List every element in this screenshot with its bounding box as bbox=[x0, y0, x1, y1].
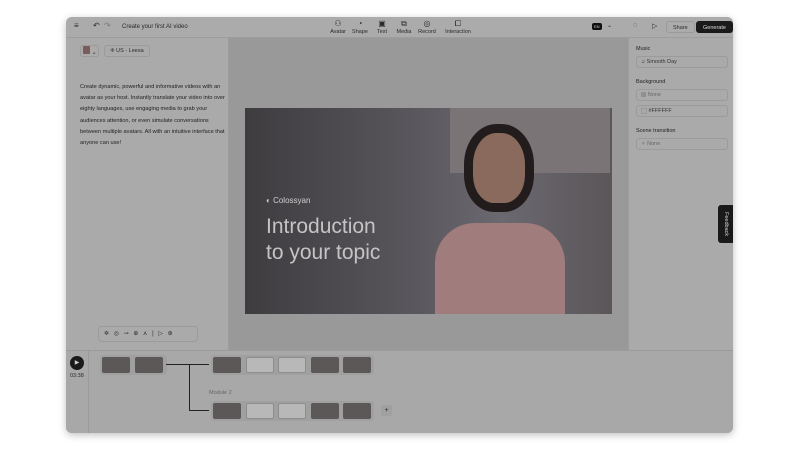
redo-icon[interactable]: ↷ bbox=[104, 21, 111, 30]
canvas-area: ◐ Colossyan Introductionto your topic bbox=[229, 38, 628, 350]
gesture-icon[interactable]: ⊸ bbox=[124, 331, 129, 337]
scene-thumbnail[interactable] bbox=[246, 357, 274, 373]
record-icon: ◎ bbox=[415, 19, 439, 29]
pause-icon[interactable]: ◎ bbox=[114, 331, 119, 337]
background-select[interactable]: ▨ None bbox=[636, 89, 728, 101]
duration: 03:38 bbox=[70, 373, 84, 379]
scene-thumbnail[interactable] bbox=[278, 357, 306, 373]
tool-interaction[interactable]: ⧠Interaction bbox=[443, 19, 473, 35]
tool-record[interactable]: ◎Record bbox=[415, 19, 439, 35]
timeline: ▶ 03:38 Module 2 + bbox=[66, 350, 733, 433]
tool-text[interactable]: ▣Text bbox=[370, 19, 394, 35]
scene-thumbnail[interactable] bbox=[343, 357, 371, 373]
menu-icon[interactable]: ≡ bbox=[74, 21, 79, 30]
background-label: Background bbox=[636, 79, 665, 85]
music-select[interactable]: ♫ Smooth Day bbox=[636, 56, 728, 68]
avatar-presenter bbox=[435, 133, 565, 314]
properties-panel: Music ♫ Smooth Day Background ▨ None #FF… bbox=[628, 38, 733, 350]
scene-thumbnail[interactable] bbox=[102, 357, 130, 373]
comment-icon[interactable]: ◌ bbox=[633, 22, 637, 29]
shape-icon: ◔ bbox=[348, 19, 372, 29]
translate-icon[interactable]: ⋏ bbox=[143, 331, 147, 337]
color-swatch bbox=[641, 108, 647, 114]
chevron-down-icon[interactable]: ⌄ bbox=[607, 22, 612, 29]
background-color-field[interactable]: #FFFFFF bbox=[636, 105, 728, 117]
music-label: Music bbox=[636, 46, 650, 52]
video-title[interactable]: Introductionto your topic bbox=[266, 214, 380, 266]
play-icon[interactable]: ▷ bbox=[158, 331, 163, 337]
feedback-tab[interactable]: Feedback bbox=[718, 205, 733, 243]
tool-media[interactable]: ⧉Media bbox=[392, 19, 416, 35]
media-icon: ⧉ bbox=[392, 19, 416, 29]
tool-shape[interactable]: ◔Shape bbox=[348, 19, 372, 35]
scene-thumbnail[interactable] bbox=[213, 403, 241, 419]
brand-logo: ◐ Colossyan bbox=[266, 196, 310, 205]
language-select[interactable]: EN bbox=[592, 23, 602, 30]
scene-thumbnail[interactable] bbox=[135, 357, 163, 373]
image-icon: ▨ bbox=[641, 92, 648, 98]
scene-thumbnail[interactable] bbox=[278, 403, 306, 419]
scene-thumbnail[interactable] bbox=[311, 357, 339, 373]
script-text[interactable]: Create dynamic, powerful and informative… bbox=[80, 82, 225, 149]
scene-thumbnail[interactable] bbox=[311, 403, 339, 419]
script-toolbar: ✲ ◎ ⊸ ⊕ ⋏ | ▷ ⊛ bbox=[98, 326, 198, 342]
avatar-select[interactable]: ⌄ bbox=[80, 45, 99, 57]
play-button[interactable]: ▶ bbox=[70, 356, 84, 370]
avatar bbox=[83, 46, 90, 54]
top-bar: ≡ ↶ ↷ Create your first AI video ⚇Avatar… bbox=[66, 17, 733, 38]
scene-thumbnail[interactable] bbox=[343, 403, 371, 419]
video-frame[interactable]: ◐ Colossyan Introductionto your topic bbox=[245, 108, 612, 314]
generate-button[interactable]: Generate bbox=[696, 21, 733, 33]
text-icon: ▣ bbox=[370, 19, 394, 29]
avatar-icon: ⚇ bbox=[326, 19, 350, 29]
settings-icon[interactable]: ⊛ bbox=[168, 331, 173, 337]
tool-avatar[interactable]: ⚇Avatar bbox=[326, 19, 350, 35]
voice-select[interactable]: ⁜ US - Leesa bbox=[104, 45, 150, 57]
transition-label: Scene transition bbox=[636, 128, 675, 134]
project-title[interactable]: Create your first AI video bbox=[122, 24, 188, 30]
preview-play-icon[interactable]: ▷ bbox=[652, 22, 657, 30]
share-button[interactable]: Share bbox=[666, 21, 695, 33]
transition-select[interactable]: ✧ None bbox=[636, 138, 728, 150]
module-2-label: Module 2 bbox=[209, 390, 232, 396]
script-panel: ⌄ ⁜ US - Leesa Create dynamic, powerful … bbox=[66, 38, 229, 350]
interaction-icon: ⧠ bbox=[443, 19, 473, 29]
magic-icon[interactable]: ✲ bbox=[104, 331, 109, 337]
search-icon[interactable]: ⊕ bbox=[133, 331, 138, 337]
editor-window: ≡ ↶ ↷ Create your first AI video ⚇Avatar… bbox=[66, 17, 733, 433]
scene-thumbnail[interactable] bbox=[213, 357, 241, 373]
undo-icon[interactable]: ↶ bbox=[93, 21, 100, 30]
add-scene-button[interactable]: + bbox=[381, 405, 392, 416]
scene-thumbnail[interactable] bbox=[246, 403, 274, 419]
